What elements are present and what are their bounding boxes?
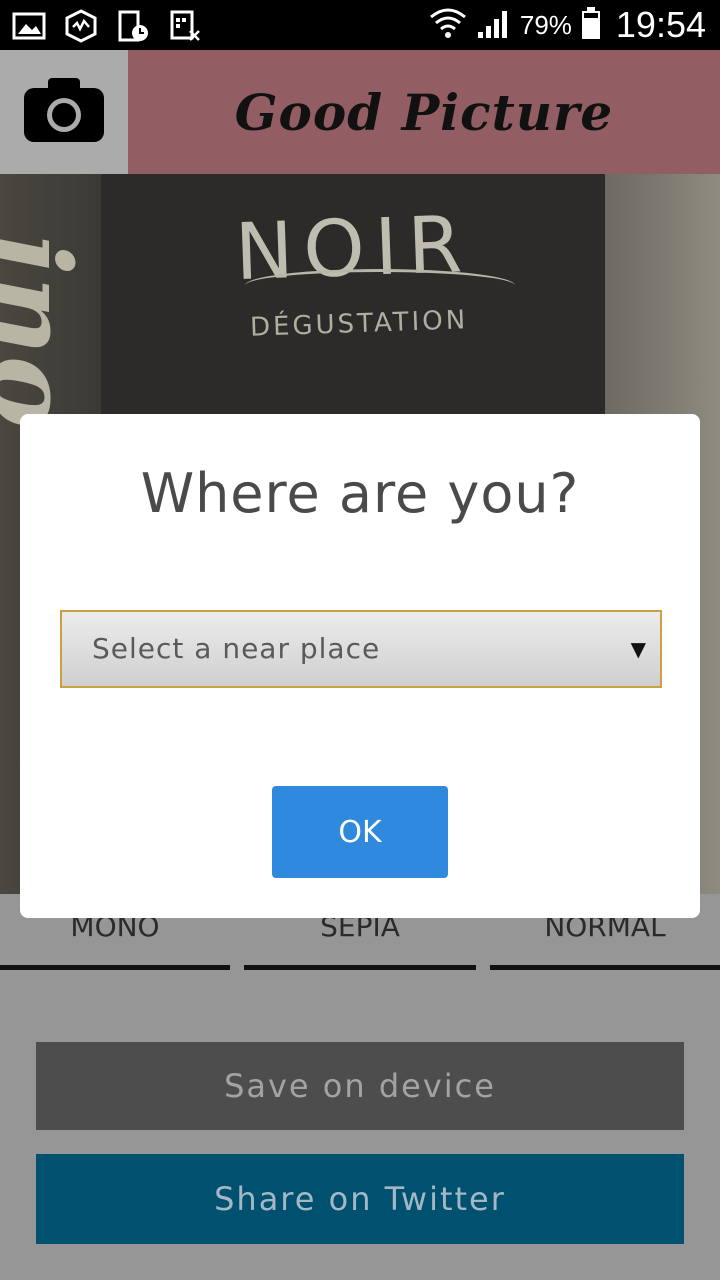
save-on-device-button[interactable]: Save on device: [36, 1042, 684, 1130]
app-title: Good Picture: [234, 82, 614, 142]
filter-normal-underline: [490, 965, 720, 970]
place-select[interactable]: Select a near place ▼: [60, 610, 662, 688]
app-header: Good Picture: [128, 50, 720, 174]
sim-x-icon: [168, 9, 202, 47]
filter-mono-underline: [0, 965, 230, 970]
share-on-twitter-button[interactable]: Share on Twitter: [36, 1154, 684, 1244]
photo-swoosh: [245, 269, 515, 302]
vpn-icon: [64, 9, 98, 47]
battery-icon: [580, 6, 602, 44]
dialog-title: Where are you?: [140, 462, 580, 525]
filter-sepia-underline: [244, 965, 476, 970]
camera-icon: [22, 76, 106, 148]
photo-text-degustation: DÉGUSTATION: [249, 305, 469, 343]
gallery-icon: [12, 11, 46, 45]
photo-side-text: ino: [0, 234, 95, 430]
ok-button[interactable]: OK: [272, 786, 448, 878]
place-select-value: Select a near place: [92, 632, 381, 665]
camera-button[interactable]: [0, 50, 128, 174]
wifi-icon: [428, 5, 468, 45]
battery-percent: 79%: [519, 9, 572, 40]
status-bar: 79% 19:54: [0, 0, 720, 50]
location-dialog: Where are you? Select a near place ▼ OK: [20, 414, 700, 918]
clock: 19:54: [615, 4, 706, 45]
phone-clock-icon: [116, 9, 150, 47]
dropdown-arrow-icon: ▼: [630, 637, 646, 661]
signal-icon: [476, 6, 512, 44]
